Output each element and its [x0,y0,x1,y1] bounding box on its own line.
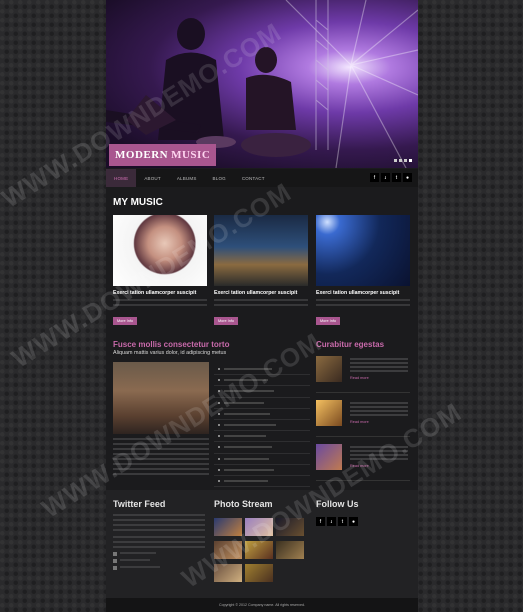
list-item[interactable] [214,420,310,432]
fax-icon [113,559,117,563]
footer-social-links: f ɹ t ● [316,517,358,526]
card-description [316,299,410,309]
contact-phone [120,552,156,555]
twitter-feed-heading: Twitter Feed [113,499,166,509]
nav-about[interactable]: About [136,169,169,187]
list-item[interactable] [214,465,310,476]
rss-icon[interactable]: ɹ [381,173,390,182]
phone-icon [113,552,117,556]
photo-thumbnail[interactable] [214,518,242,536]
performer-photo[interactable] [316,215,410,286]
read-more-link[interactable]: Read more [350,464,369,468]
music-card: Exerci tation ullamcorper suscipit More … [316,215,410,325]
band-photo[interactable] [214,215,308,286]
nav-blog[interactable]: Blog [205,169,234,187]
music-card: Exerci tation ullamcorper suscipit More … [214,215,308,325]
slider-pagination [394,159,412,162]
flickr-icon[interactable]: ● [403,173,412,182]
curabitur-thumbnail[interactable] [316,444,342,470]
curabitur-text [350,402,408,416]
tweet-text [113,514,205,532]
nav-contact[interactable]: Contact [234,169,273,187]
photo-thumbnail[interactable] [276,518,304,536]
hero-banner: MODERN MUSIC [106,0,418,168]
nav-albums[interactable]: Albums [169,169,205,187]
my-music-heading: MY MUSIC [113,197,163,208]
slider-dot[interactable] [404,159,407,162]
list-item[interactable] [214,431,310,443]
card-description [214,299,308,309]
more-info-button[interactable]: More Info [113,317,137,325]
curabitur-item: Read more [316,440,410,481]
flickr-icon[interactable]: ● [349,517,358,526]
feature-link-list [214,364,310,488]
facebook-icon[interactable]: f [316,517,325,526]
more-info-button[interactable]: More Info [214,317,238,325]
feature-text [113,438,209,478]
music-card: Exerci tation ullamcorper suscipit More … [113,215,207,325]
list-item[interactable] [214,398,310,409]
nav-home[interactable]: Home [106,169,137,187]
card-description [113,299,207,309]
singer-photo[interactable] [113,215,207,286]
photo-thumbnail[interactable] [245,541,273,559]
band-feature-photo[interactable] [113,362,209,434]
copyright-text: Copyright © 2012 Company name. All right… [219,603,305,607]
email-icon [113,566,117,570]
twitter-icon[interactable]: t [392,173,401,182]
header-social-links: f ɹ t ● [370,173,412,182]
photo-thumbnail[interactable] [245,564,273,582]
curabitur-thumbnail[interactable] [316,400,342,426]
list-item[interactable] [214,476,310,488]
photo-thumbnail[interactable] [214,564,242,582]
twitter-icon[interactable]: t [338,517,347,526]
slider-dot[interactable] [399,159,402,162]
card-title: Exerci tation ullamcorper suscipit [316,290,400,296]
contact-email[interactable] [120,566,160,569]
follow-us-heading: Follow Us [316,499,359,509]
stage-lights-graphic [106,0,418,168]
slider-dot[interactable] [394,159,397,162]
curabitur-text [350,358,408,372]
slider-dot-active[interactable] [409,159,412,162]
feature-subtitle: Aliquam mattis varius dolor, id adipisci… [113,350,227,356]
curabitur-text [350,446,408,460]
tweet-text [113,536,205,548]
list-item[interactable] [214,409,310,420]
list-item[interactable] [214,375,310,387]
page-container: MODERN MUSIC Home About Albums Blog Cont… [106,0,418,612]
list-item[interactable] [214,442,310,454]
logo-word-music: MUSIC [171,149,211,161]
list-item[interactable] [214,364,310,376]
card-title: Exerci tation ullamcorper suscipit [214,290,298,296]
contact-fax [120,559,150,562]
feature-title: Fusce mollis consectetur torto [113,340,230,349]
photo-stream-heading: Photo Stream [214,499,273,509]
curabitur-thumbnail[interactable] [316,356,342,382]
photo-thumbnail[interactable] [214,541,242,559]
curabitur-item: Read more [316,352,410,393]
more-info-button[interactable]: More Info [316,317,340,325]
curabitur-heading: Curabitur egestas [316,340,385,349]
read-more-link[interactable]: Read more [350,420,369,424]
read-more-link[interactable]: Read more [350,376,369,380]
footer-widgets: Twitter Feed Photo Stream Follow Us f ɹ … [106,490,418,598]
list-item[interactable] [214,454,310,465]
photo-thumbnail[interactable] [276,541,304,559]
photo-thumbnail[interactable] [245,518,273,536]
rss-icon[interactable]: ɹ [327,517,336,526]
card-title: Exerci tation ullamcorper suscipit [113,290,197,296]
curabitur-item: Read more [316,396,410,437]
copyright-bar: Copyright © 2012 Company name. All right… [106,598,418,612]
list-item[interactable] [214,386,310,398]
facebook-icon[interactable]: f [370,173,379,182]
logo-word-modern: MODERN [115,149,169,161]
site-logo[interactable]: MODERN MUSIC [109,144,217,166]
